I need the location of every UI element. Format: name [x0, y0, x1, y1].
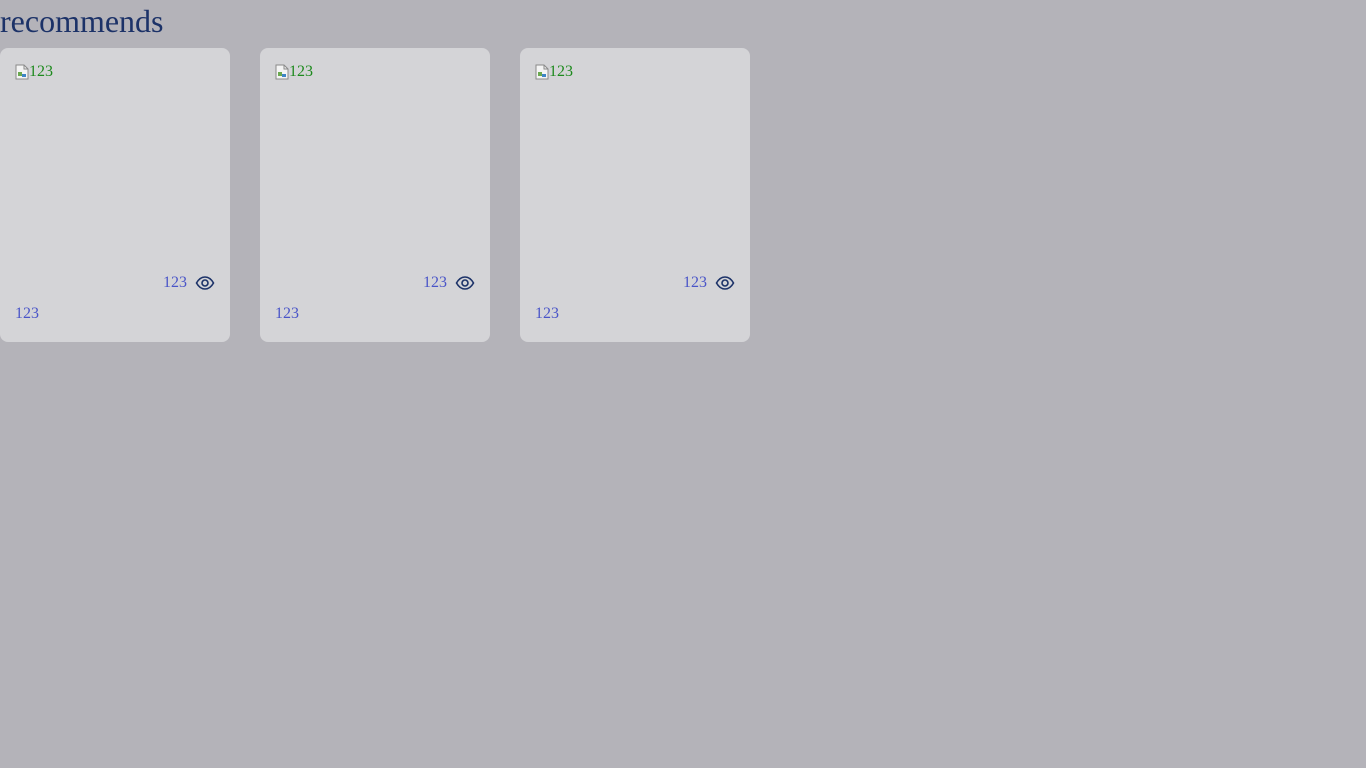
card-name[interactable]: 123	[535, 305, 559, 323]
broken-image-icon	[275, 64, 289, 80]
card-image[interactable]: 123	[275, 63, 313, 81]
eye-icon	[715, 273, 735, 293]
card-image[interactable]: 123	[535, 63, 573, 81]
card-image-alt: 123	[29, 63, 53, 80]
eye-icon	[455, 273, 475, 293]
recommend-list: 123 123 123 123 123 123 123 123 123	[0, 48, 750, 342]
broken-image-icon	[535, 64, 549, 80]
card-views: 123	[683, 273, 735, 293]
views-count: 123	[423, 274, 447, 291]
card-image-alt: 123	[549, 63, 573, 80]
card-name[interactable]: 123	[275, 305, 299, 323]
views-count: 123	[683, 274, 707, 291]
page-title: recommends	[0, 3, 164, 39]
recommend-card[interactable]: 123 123 123	[260, 48, 490, 342]
recommend-card[interactable]: 123 123 123	[520, 48, 750, 342]
card-image[interactable]: 123	[15, 63, 53, 81]
recommend-card[interactable]: 123 123 123	[0, 48, 230, 342]
card-views: 123	[163, 273, 215, 293]
card-image-alt: 123	[289, 63, 313, 80]
views-count: 123	[163, 274, 187, 291]
card-name[interactable]: 123	[15, 305, 39, 323]
eye-icon	[195, 273, 215, 293]
broken-image-icon	[15, 64, 29, 80]
card-views: 123	[423, 273, 475, 293]
